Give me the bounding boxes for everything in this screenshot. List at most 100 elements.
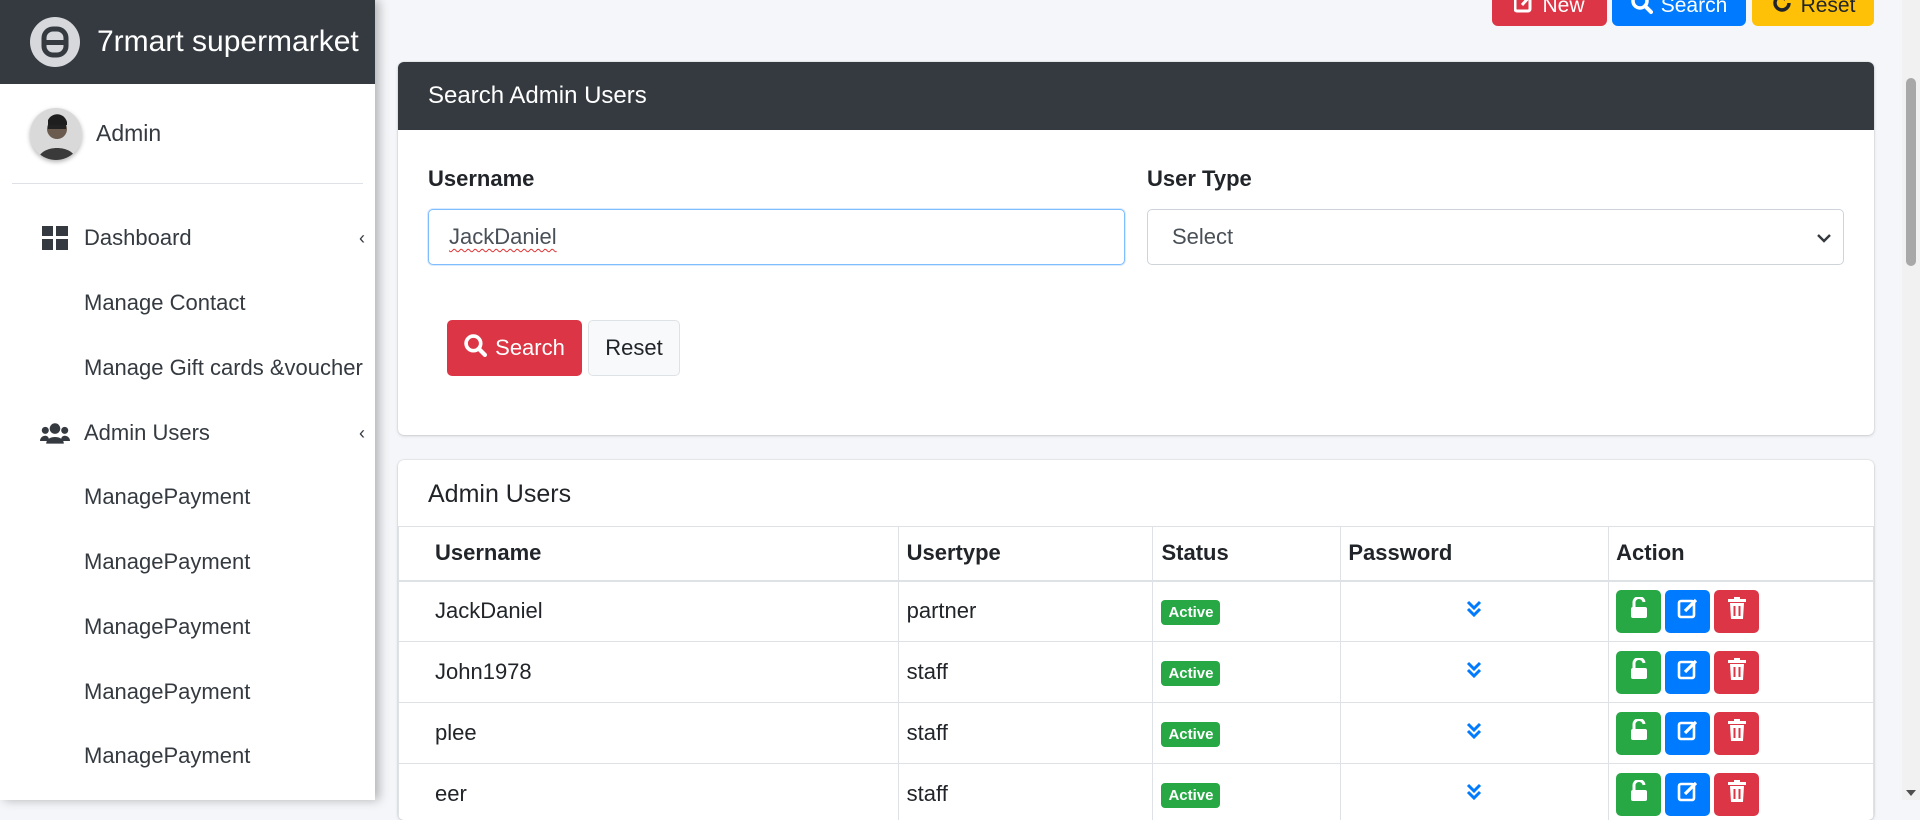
status-badge[interactable]: Active	[1161, 783, 1220, 808]
table-row: pleestaffActive	[399, 703, 1874, 764]
unlock-icon	[1629, 658, 1649, 686]
sidebar-item-label: ManagePayment	[84, 679, 250, 705]
column-header-status[interactable]: Status	[1153, 527, 1341, 581]
top-reset-button[interactable]: Reset	[1752, 0, 1874, 26]
chevron-double-down-icon[interactable]	[1466, 598, 1482, 623]
unlock-icon	[1629, 780, 1649, 808]
column-header-action[interactable]: Action	[1609, 527, 1874, 581]
top-search-button[interactable]: Search	[1612, 0, 1746, 26]
user-name: Admin	[96, 120, 161, 147]
edit-button[interactable]	[1665, 712, 1710, 755]
user-type-value: Select	[1172, 224, 1233, 250]
unlock-button[interactable]	[1616, 651, 1661, 694]
sidebar-item-managepayment[interactable]: ManagePayment	[0, 728, 375, 784]
sidebar-item-label: Dashboard	[84, 225, 192, 251]
table-row: eerstaff Active	[399, 764, 1874, 820]
status-badge[interactable]: Active	[1161, 722, 1220, 747]
card-title: Search Admin Users	[428, 82, 647, 110]
sidebar-item-managepayment[interactable]: ManagePayment	[0, 599, 375, 655]
username-label: Username	[428, 166, 534, 192]
edit-button[interactable]	[1665, 590, 1710, 633]
sidebar-item-dashboard[interactable]: Dashboard ‹	[0, 210, 375, 266]
username-cell: eer	[399, 764, 899, 820]
delete-button[interactable]	[1714, 590, 1759, 633]
column-header-password[interactable]: Password	[1341, 527, 1609, 581]
status-badge[interactable]: Active	[1161, 600, 1220, 625]
brand-link[interactable]: 7rmart supermarket	[0, 0, 375, 84]
user-panel[interactable]: Admin	[12, 84, 363, 184]
chevron-double-down-icon[interactable]	[1466, 659, 1482, 684]
chevron-double-down-icon[interactable]	[1466, 781, 1482, 806]
dashboard-icon	[40, 223, 70, 253]
search-button-label: Search	[495, 335, 565, 361]
brand-name: 7rmart supermarket	[97, 25, 359, 59]
sidebar-item-label: Manage Contact	[84, 290, 245, 316]
edit-button[interactable]	[1665, 773, 1710, 816]
user-type-label: User Type	[1147, 166, 1252, 192]
action-cell	[1609, 703, 1874, 764]
delete-button[interactable]	[1714, 712, 1759, 755]
chevron-left-icon: ‹	[359, 228, 365, 249]
unlock-button[interactable]	[1616, 590, 1661, 633]
scrollbar-thumb[interactable]	[1906, 78, 1916, 266]
search-button[interactable]: Search	[447, 320, 582, 376]
table-row: John1978staffActive	[399, 642, 1874, 703]
status-cell: Active	[1153, 764, 1341, 820]
trash-icon	[1728, 780, 1746, 808]
reset-button-label: Reset	[605, 335, 662, 361]
column-header-username[interactable]: Username	[399, 527, 899, 581]
password-cell	[1341, 764, 1609, 820]
card-title: Admin Users	[428, 480, 571, 509]
chevron-down-icon	[1815, 227, 1833, 253]
sidebar-item-gift-cards[interactable]: Manage Gift cards &voucher	[0, 340, 375, 396]
admin-users-card: Admin Users Username Usertype Status Pas…	[398, 460, 1874, 820]
top-reset-label: Reset	[1801, 0, 1856, 18]
edit-square-icon	[1514, 0, 1534, 19]
sidebar-item-managepayment[interactable]: ManagePayment	[0, 469, 375, 525]
search-icon	[464, 334, 487, 363]
status-cell: Active	[1153, 642, 1341, 703]
column-header-usertype[interactable]: Usertype	[898, 527, 1153, 581]
unlock-icon	[1629, 719, 1649, 747]
brand-logo-icon	[30, 17, 80, 67]
new-button-label: New	[1542, 0, 1584, 18]
sidebar-item-label: Manage Gift cards &voucher	[84, 355, 363, 381]
trash-icon	[1728, 597, 1746, 625]
new-button[interactable]: New	[1492, 0, 1607, 26]
table-row: JackDanielpartnerActive	[399, 581, 1874, 642]
action-cell	[1609, 764, 1874, 820]
avatar[interactable]	[30, 108, 82, 160]
search-icon	[1631, 0, 1653, 20]
delete-button[interactable]	[1714, 651, 1759, 694]
sidebar-item-admin-users[interactable]: Admin Users ‹	[0, 405, 375, 461]
edit-icon	[1677, 597, 1699, 625]
action-cell	[1609, 642, 1874, 703]
usertype-cell: staff	[898, 703, 1153, 764]
page-scrollbar[interactable]	[1902, 0, 1920, 800]
sidebar-item-manage-contact[interactable]: Manage Contact	[0, 275, 375, 331]
trash-icon	[1728, 658, 1746, 686]
username-value: JackDaniel	[449, 224, 557, 250]
users-icon	[40, 418, 70, 448]
username-input[interactable]: JackDaniel	[428, 209, 1125, 265]
unlock-button[interactable]	[1616, 712, 1661, 755]
sidebar-item-managepayment[interactable]: ManagePayment	[0, 534, 375, 590]
user-type-select[interactable]: Select	[1147, 209, 1844, 265]
sidebar-item-label: ManagePayment	[84, 614, 250, 640]
password-cell	[1341, 703, 1609, 764]
sidebar-item-managepayment[interactable]: ManagePayment	[0, 664, 375, 720]
edit-icon	[1677, 719, 1699, 747]
sidebar-item-label: ManagePayment	[84, 743, 250, 769]
edit-button[interactable]	[1665, 651, 1710, 694]
delete-button[interactable]	[1714, 773, 1759, 816]
unlock-button[interactable]	[1616, 773, 1661, 816]
top-search-label: Search	[1661, 0, 1728, 18]
table-header-row: Username Usertype Status Password Action	[399, 527, 1874, 581]
status-badge[interactable]: Active	[1161, 661, 1220, 686]
chevron-double-down-icon[interactable]	[1466, 720, 1482, 745]
scroll-down-arrow-icon[interactable]	[1905, 788, 1917, 798]
edit-icon	[1677, 780, 1699, 808]
reset-button[interactable]: Reset	[588, 320, 680, 376]
trash-icon	[1728, 719, 1746, 747]
usertype-cell: staff	[898, 764, 1153, 820]
